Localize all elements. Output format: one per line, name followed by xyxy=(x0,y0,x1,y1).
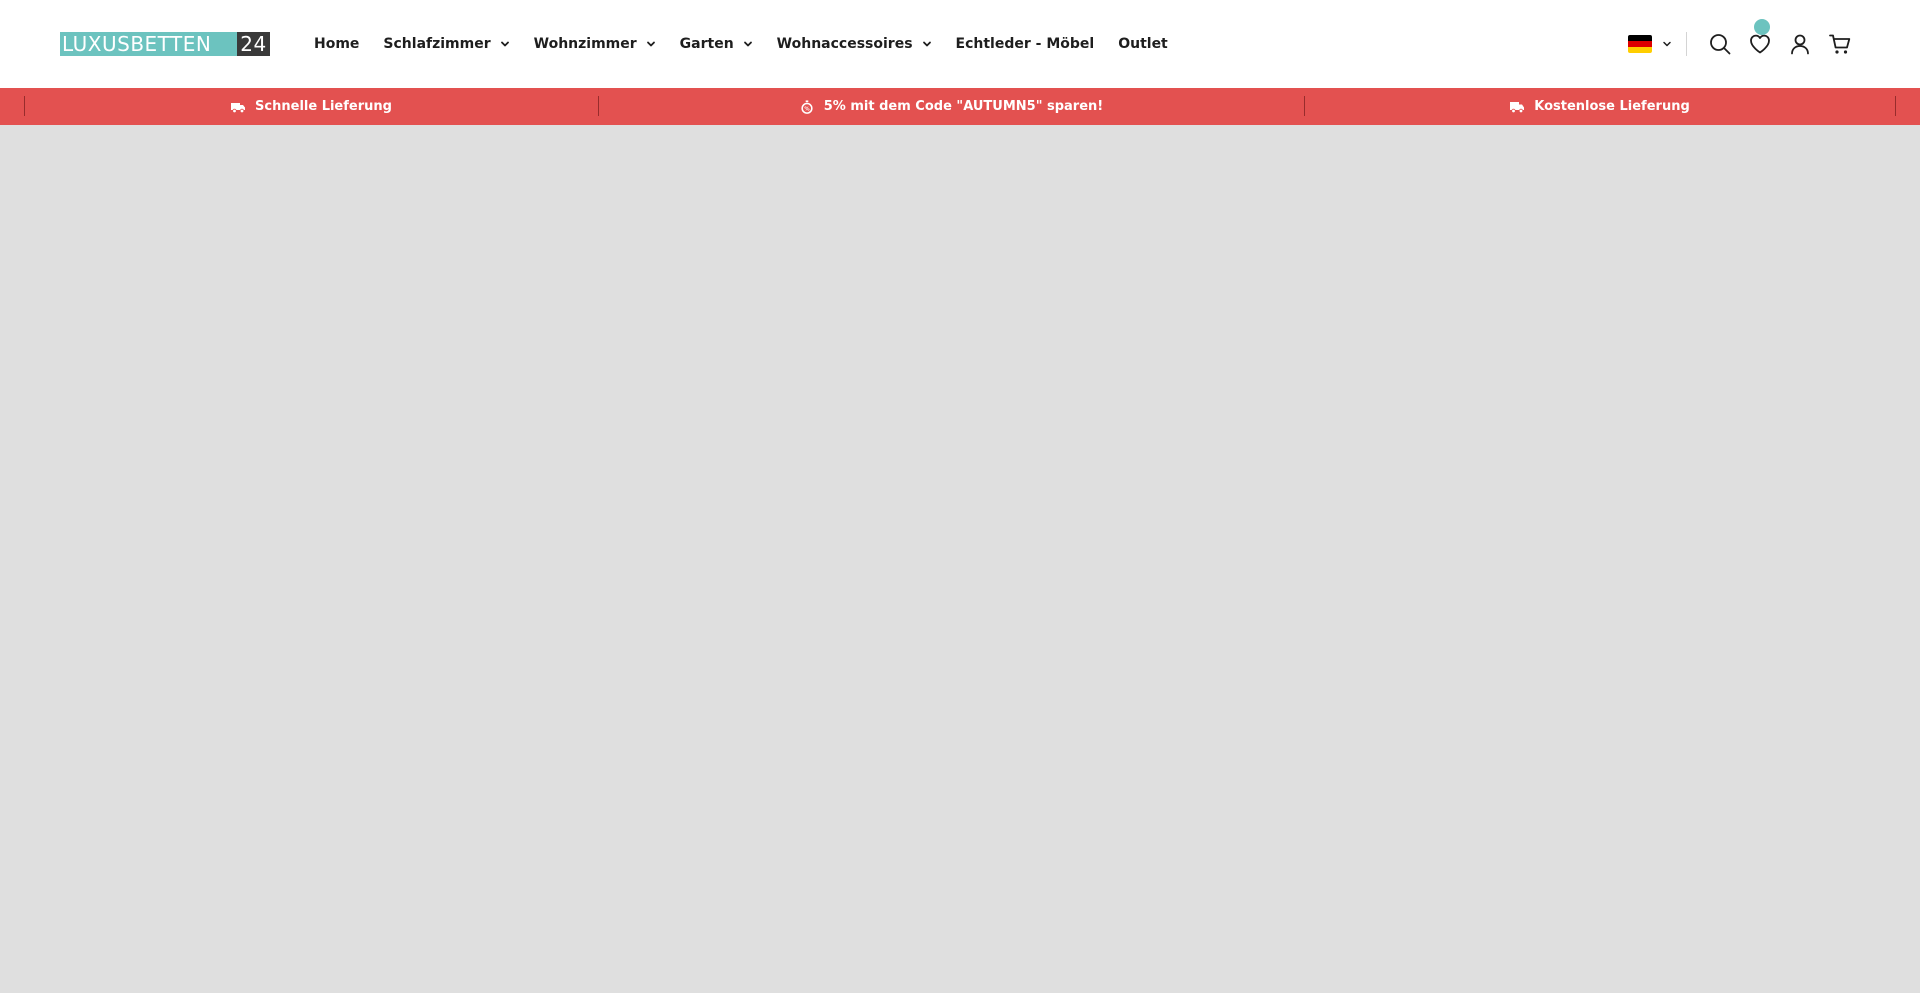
promo-item-free-delivery: Kostenlose Lieferung xyxy=(1304,88,1895,125)
nav-item-label: Wohnzimmer xyxy=(533,36,637,52)
stopwatch-icon: % xyxy=(801,99,813,114)
chevron-down-icon[interactable] xyxy=(1662,40,1672,48)
chevron-down-icon xyxy=(500,41,509,47)
promo-text: Kostenlose Lieferung xyxy=(1534,99,1690,114)
nav-item-label: Wohnaccessoires xyxy=(776,36,913,52)
nav-item-wohnzimmer[interactable]: Wohnzimmer xyxy=(534,36,656,52)
promo-item-fast-delivery: Schnelle Lieferung xyxy=(24,88,598,125)
promo-bar: Schnelle Lieferung % 5% mit dem Code "AU… xyxy=(0,88,1920,125)
main-navigation: Home Schlafzimmer Wohnzimmer Garten Wohn… xyxy=(314,32,1168,56)
page-content-placeholder xyxy=(0,125,1920,993)
nav-item-home[interactable]: Home xyxy=(314,36,359,52)
chevron-down-icon xyxy=(922,41,931,47)
site-header: LUXUSBETTEN 24 Home Schlafzimmer Wohnzim… xyxy=(0,0,1920,88)
site-logo[interactable]: LUXUSBETTEN 24 xyxy=(60,32,270,56)
germany-flag-icon[interactable] xyxy=(1628,35,1652,53)
heart-icon[interactable] xyxy=(1748,32,1772,56)
promo-divider xyxy=(1895,96,1896,116)
nav-item-garten[interactable]: Garten xyxy=(680,36,753,52)
promo-item-discount-code: % 5% mit dem Code "AUTUMN5" sparen! xyxy=(598,88,1304,125)
chevron-down-icon xyxy=(743,41,752,47)
user-icon[interactable] xyxy=(1788,32,1812,56)
nav-item-label: Echtleder - Möbel xyxy=(955,36,1095,52)
nav-item-echtleder-moebel[interactable]: Echtleder - Möbel xyxy=(956,36,1095,52)
promo-text: 5% mit dem Code "AUTUMN5" sparen! xyxy=(823,99,1104,114)
nav-item-label: Outlet xyxy=(1118,36,1168,52)
search-icon[interactable] xyxy=(1708,32,1732,56)
nav-item-label: Garten xyxy=(679,36,734,52)
wishlist-badge xyxy=(1754,19,1770,35)
nav-item-label: Home xyxy=(314,36,360,52)
promo-text: Schnelle Lieferung xyxy=(255,99,392,114)
nav-item-outlet[interactable]: Outlet xyxy=(1118,36,1168,52)
truck-icon xyxy=(231,102,246,113)
logo-text: LUXUSBETTEN xyxy=(60,32,237,56)
nav-item-schlafzimmer[interactable]: Schlafzimmer xyxy=(383,36,509,52)
nav-item-wohnaccessoires[interactable]: Wohnaccessoires xyxy=(777,36,932,52)
logo-number: 24 xyxy=(237,32,270,56)
nav-item-label: Schlafzimmer xyxy=(383,36,491,52)
chevron-down-icon xyxy=(646,41,655,47)
svg-text:%: % xyxy=(804,106,810,112)
header-divider xyxy=(1686,32,1687,56)
delivery-truck-icon xyxy=(1510,101,1525,113)
cart-icon[interactable] xyxy=(1828,32,1852,56)
